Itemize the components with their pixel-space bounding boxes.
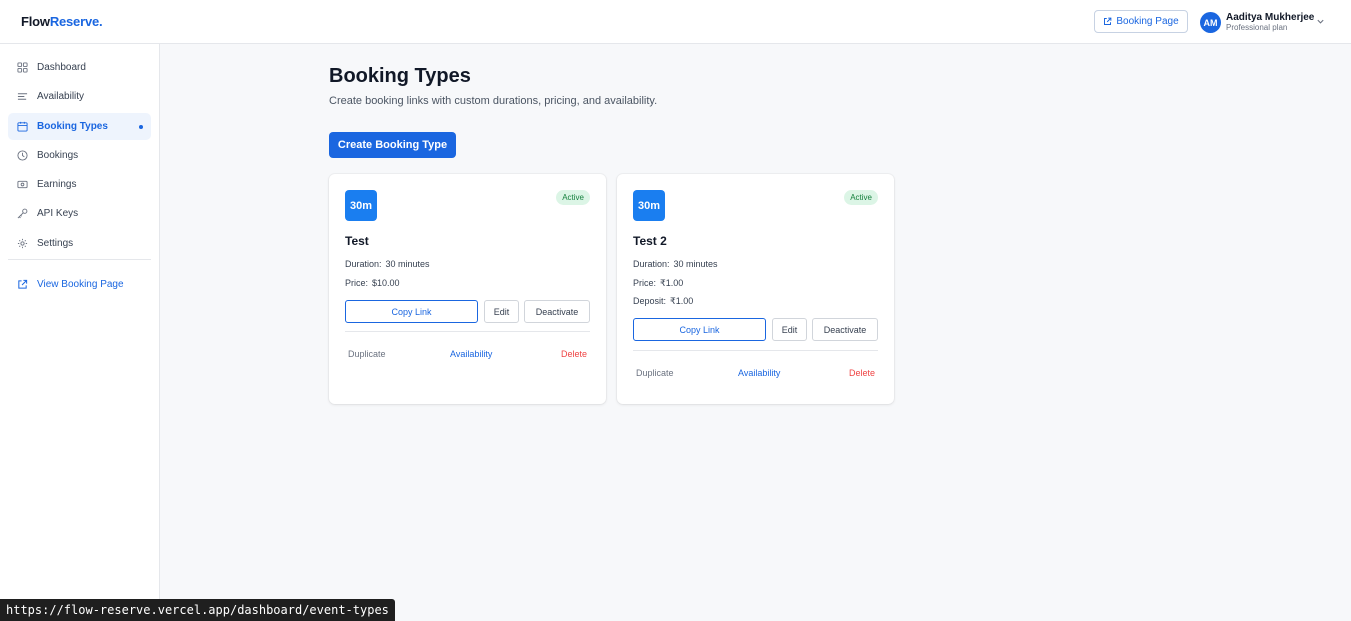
price-row: Price: ₹1.00 — [633, 278, 683, 289]
duration-value: 30 minutes — [385, 259, 430, 269]
copy-link-button[interactable]: Copy Link — [345, 300, 478, 323]
booking-page-button-label: Booking Page — [1116, 16, 1179, 27]
status-badge: Active — [556, 190, 590, 205]
copy-link-button[interactable]: Copy Link — [633, 318, 766, 341]
booking-page-button[interactable]: Booking Page — [1094, 10, 1188, 33]
price-label: Price: — [345, 278, 369, 288]
duration-label: Duration: — [345, 259, 382, 269]
sidebar-item-label: Settings — [37, 238, 74, 249]
calendar-icon — [17, 121, 28, 132]
user-name[interactable]: Aaditya Mukherjee — [1226, 12, 1314, 23]
card-title: Test 2 — [633, 234, 667, 248]
duration-badge: 30m — [345, 190, 377, 221]
link-status-bar: https://flow-reserve.vercel.app/dashboar… — [0, 599, 395, 621]
sidebar-item-settings[interactable]: Settings — [8, 230, 151, 257]
sidebar-item-api-keys[interactable]: API Keys — [8, 200, 151, 227]
create-booking-type-button[interactable]: Create Booking Type — [329, 132, 456, 158]
price-value: $10.00 — [372, 278, 400, 288]
deposit-value: ₹1.00 — [670, 296, 694, 306]
deposit-label: Deposit: — [633, 296, 667, 306]
wallet-icon — [17, 180, 28, 189]
brand-dot: . — [99, 14, 103, 29]
external-link-icon — [1104, 17, 1112, 25]
sidebar-item-booking-types[interactable]: Booking Types — [8, 113, 151, 140]
card-divider — [345, 331, 590, 332]
duration-value: 30 minutes — [673, 259, 718, 269]
top-bar: FlowReserve. Booking Page AM Aaditya Muk… — [0, 0, 1351, 44]
sidebar-item-label: Dashboard — [37, 62, 86, 73]
card-divider — [633, 350, 878, 351]
brand-part1: Flow — [21, 14, 50, 29]
avatar[interactable]: AM — [1200, 12, 1221, 33]
card-title: Test — [345, 234, 369, 248]
sidebar-divider — [8, 259, 151, 260]
brand-logo[interactable]: FlowReserve. — [21, 14, 103, 29]
edit-button[interactable]: Edit — [484, 300, 519, 323]
active-indicator-dot — [139, 124, 143, 129]
clock-icon — [17, 150, 28, 161]
duplicate-link[interactable]: Duplicate — [636, 368, 674, 378]
sidebar-item-earnings[interactable]: Earnings — [8, 171, 151, 198]
user-plan: Professional plan — [1226, 23, 1288, 32]
deactivate-button[interactable]: Deactivate — [812, 318, 878, 341]
gear-icon — [17, 238, 28, 249]
chevron-down-icon[interactable] — [1316, 17, 1325, 26]
duplicate-link[interactable]: Duplicate — [348, 349, 386, 359]
page-title: Booking Types — [329, 65, 471, 87]
sidebar-item-label: Bookings — [37, 150, 79, 161]
view-booking-page-link[interactable]: View Booking Page — [8, 271, 151, 298]
booking-type-card: 30m Active Test Duration: 30 minutes Pric… — [329, 174, 606, 404]
brand-part2: Reserve — [49, 14, 100, 29]
sidebar-item-bookings[interactable]: Bookings — [8, 142, 151, 169]
lines-icon — [17, 93, 28, 100]
sidebar-item-label: Availability — [37, 91, 85, 102]
sidebar-item-availability[interactable]: Availability — [8, 83, 151, 110]
duration-row: Duration: 30 minutes — [345, 259, 430, 269]
view-booking-page-label: View Booking Page — [37, 279, 124, 290]
sidebar-item-label: API Keys — [37, 208, 79, 219]
deactivate-button[interactable]: Deactivate — [524, 300, 590, 323]
booking-type-card: 30m Active Test 2 Duration: 30 minutes Pr… — [617, 174, 894, 404]
status-badge: Active — [844, 190, 878, 205]
price-row: Price: $10.00 — [345, 278, 400, 288]
sidebar: Dashboard Availability Booking Types Boo… — [0, 44, 160, 621]
edit-button[interactable]: Edit — [772, 318, 807, 341]
external-link-icon — [18, 279, 28, 289]
sidebar-item-dashboard[interactable]: Dashboard — [8, 54, 151, 81]
page-subtitle: Create booking links with custom duratio… — [329, 95, 658, 107]
duration-badge: 30m — [633, 190, 665, 221]
availability-link[interactable]: Availability — [738, 368, 780, 378]
sidebar-item-label: Earnings — [37, 179, 77, 190]
availability-link[interactable]: Availability — [450, 349, 492, 359]
delete-link[interactable]: Delete — [849, 368, 875, 378]
sidebar-item-label: Booking Types — [37, 121, 108, 132]
price-value: ₹1.00 — [660, 278, 684, 288]
duration-row: Duration: 30 minutes — [633, 259, 718, 269]
deposit-row: Deposit: ₹1.00 — [633, 296, 693, 307]
key-icon — [17, 208, 28, 219]
grid-icon — [17, 62, 28, 73]
price-label: Price: — [633, 278, 657, 288]
duration-label: Duration: — [633, 259, 670, 269]
delete-link[interactable]: Delete — [561, 349, 587, 359]
